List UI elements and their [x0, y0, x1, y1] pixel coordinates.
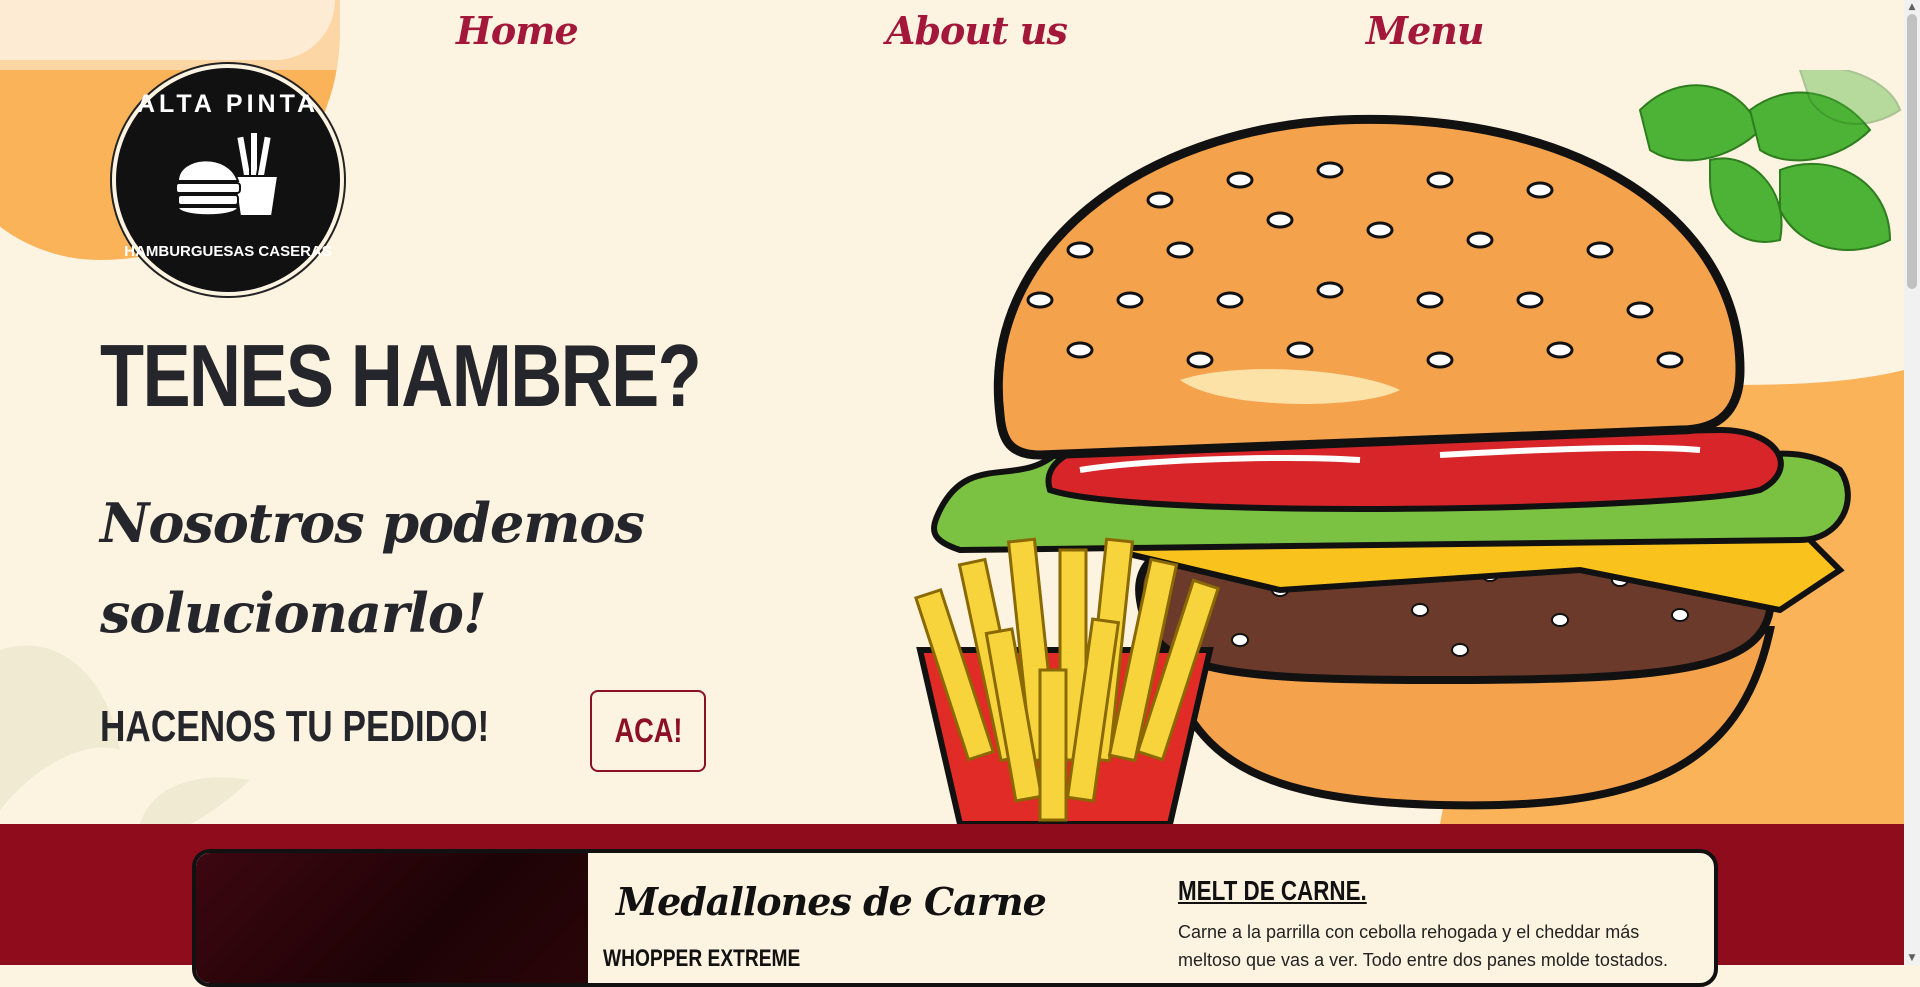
- nav-about-link[interactable]: About us: [886, 8, 1068, 53]
- menu-item-description: Carne a la parrilla con cebolla rehogada…: [1178, 922, 1668, 970]
- menu-card-title: Medallones de Carne: [616, 879, 1047, 924]
- menu-card: Medallones de Carne WHOPPER EXTREME MELT…: [192, 849, 1718, 987]
- logo-bottom-text: HAMBURGUESAS CASERAS: [124, 243, 332, 260]
- navbar: Home About us Menu: [0, 0, 1904, 70]
- order-here-label: ACA!: [613, 711, 682, 750]
- burger-fries-logo-icon: [175, 131, 280, 217]
- scroll-up-arrow-icon[interactable]: ▲: [1904, 0, 1920, 14]
- hero-subheadline: Nosotros podemos solucionarlo!: [100, 491, 645, 645]
- scrollbar-thumb[interactable]: [1907, 14, 1917, 289]
- nav-menu-link[interactable]: Menu: [1366, 8, 1484, 53]
- menu-card-photo: [196, 853, 588, 983]
- fries-illustration: [914, 537, 1221, 824]
- hero-headline: TENES HAMBRE?: [100, 326, 702, 425]
- scroll-down-arrow-icon[interactable]: ▼: [1904, 951, 1920, 965]
- menu-card-subtitle: WHOPPER EXTREME: [603, 945, 801, 972]
- brand-logo[interactable]: ALTA PINTA HAMBURGUESAS CASERAS: [112, 64, 344, 296]
- nav-home-link[interactable]: Home: [456, 8, 579, 53]
- hero-section: Home About us Menu ALTA PINTA HAMBURGUES…: [0, 0, 1904, 824]
- order-prompt-text: HACENOS TU PEDIDO!: [100, 702, 490, 751]
- burger-illustration: [914, 70, 1904, 824]
- menu-item-name[interactable]: MELT DE CARNE.: [1178, 875, 1367, 907]
- vertical-scrollbar[interactable]: ▲ ▼: [1904, 0, 1920, 965]
- order-here-button[interactable]: ACA!: [590, 690, 706, 772]
- logo-top-text: ALTA PINTA: [136, 90, 320, 118]
